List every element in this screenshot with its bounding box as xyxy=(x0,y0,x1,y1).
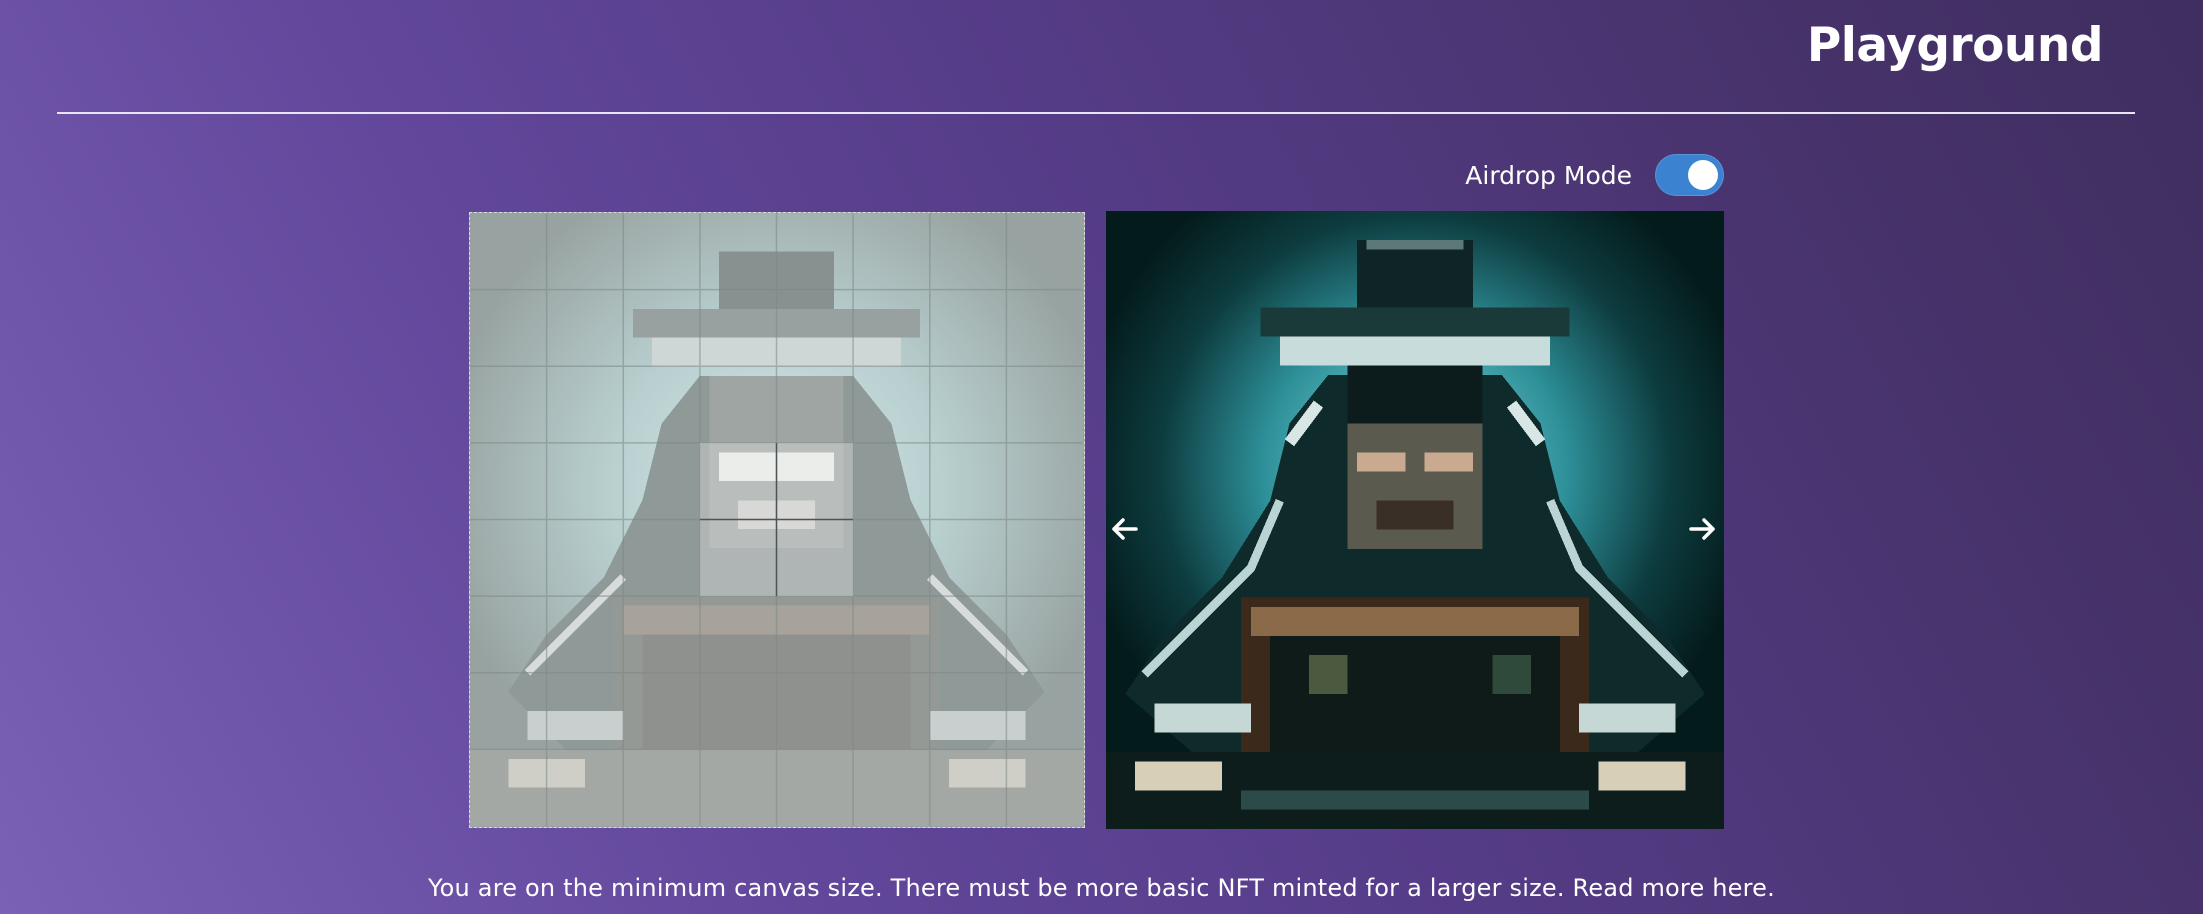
arrow-right-icon[interactable] xyxy=(1685,511,1721,547)
header-divider xyxy=(57,112,2135,114)
hacker-pixel-art xyxy=(1106,211,1724,829)
nft-canvas-grid[interactable] xyxy=(469,212,1085,828)
arrow-left-icon[interactable] xyxy=(1106,511,1142,547)
page-title: Playground xyxy=(1806,18,2104,73)
canvas-size-note-text: You are on the minimum canvas size. Ther… xyxy=(428,874,1565,902)
airdrop-mode-label: Airdrop Mode xyxy=(1465,161,1632,190)
toggle-knob xyxy=(1688,160,1718,190)
grid-overlay xyxy=(470,213,1083,826)
read-more-link[interactable]: Read more here. xyxy=(1573,874,1775,902)
airdrop-mode-toggle[interactable] xyxy=(1655,154,1724,196)
nft-preview-image xyxy=(1106,211,1724,829)
canvas-size-note: You are on the minimum canvas size. Ther… xyxy=(0,872,2203,904)
